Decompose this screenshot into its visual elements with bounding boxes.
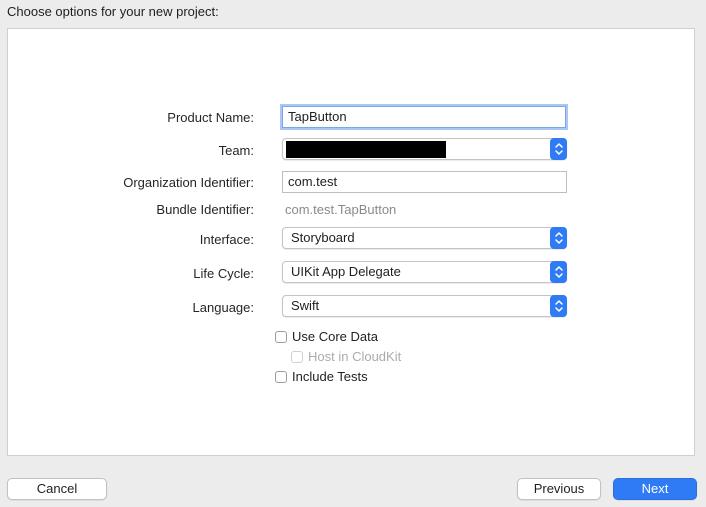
team-redacted-value [286, 141, 446, 158]
use-core-data-checkbox[interactable] [275, 330, 287, 343]
life-cycle-label: Life Cycle: [193, 266, 254, 281]
interface-chevron-icon [550, 227, 567, 249]
include-tests-checkbox-row[interactable]: Include Tests [275, 369, 368, 384]
language-popup[interactable]: Swift [282, 295, 567, 317]
include-tests-label: Include Tests [292, 369, 368, 384]
language-label: Language: [192, 300, 254, 315]
organization-identifier-field[interactable]: com.test [282, 171, 567, 193]
life-cycle-value: UIKit App Delegate [291, 264, 401, 279]
bundle-identifier-value: com.test.TapButton [285, 202, 397, 217]
organization-identifier-label: Organization Identifier: [123, 175, 254, 190]
host-in-cloudkit-checkbox [291, 350, 303, 363]
next-button[interactable]: Next [613, 478, 697, 500]
product-name-label: Product Name: [167, 110, 254, 125]
interface-label: Interface: [199, 232, 254, 247]
use-core-data-label: Use Core Data [292, 329, 378, 344]
include-tests-checkbox[interactable] [275, 370, 287, 383]
interface-value: Storyboard [291, 230, 355, 245]
host-in-cloudkit-checkbox-row: Host in CloudKit [291, 349, 401, 364]
team-chevron-icon [550, 138, 567, 160]
product-name-field[interactable]: TapButton [282, 106, 566, 128]
language-chevron-icon [550, 295, 567, 317]
cancel-button[interactable]: Cancel [7, 478, 107, 500]
interface-popup[interactable]: Storyboard [282, 227, 567, 249]
team-popup[interactable] [282, 138, 567, 160]
bundle-identifier-label: Bundle Identifier: [156, 202, 254, 217]
previous-button[interactable]: Previous [517, 478, 601, 500]
dialog-title: Choose options for your new project: [7, 4, 219, 19]
use-core-data-checkbox-row[interactable]: Use Core Data [275, 329, 378, 344]
life-cycle-popup[interactable]: UIKit App Delegate [282, 261, 567, 283]
team-label: Team: [218, 143, 254, 158]
host-in-cloudkit-label: Host in CloudKit [308, 349, 402, 364]
life-cycle-chevron-icon [550, 261, 567, 283]
options-panel: Product Name: TapButton Team: Organizati… [7, 28, 695, 456]
language-value: Swift [291, 298, 320, 313]
